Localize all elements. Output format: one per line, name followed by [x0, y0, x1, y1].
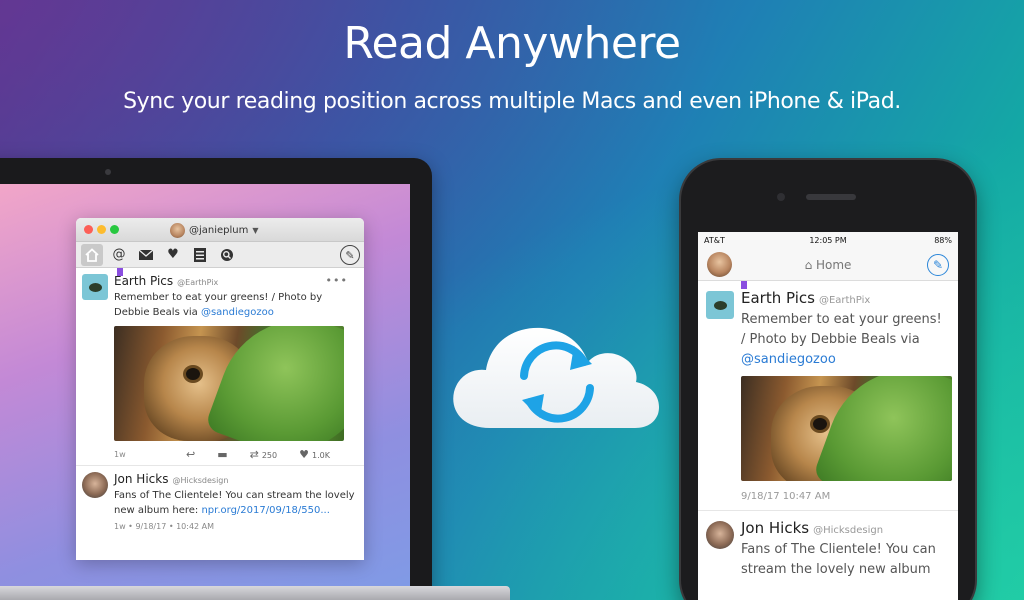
- chevron-down-icon: ▼: [252, 225, 259, 235]
- tweet-age: 1w: [114, 449, 126, 459]
- nav-title: ⌂ Home: [804, 258, 852, 272]
- compose-button[interactable]: ✎: [927, 254, 949, 276]
- tweet-author-handle[interactable]: @EarthPix: [819, 295, 870, 306]
- tweet-text: Fans of The Clientele! You can stream th…: [741, 542, 936, 577]
- tweet-author-handle[interactable]: @EarthPix: [177, 278, 218, 287]
- tab-home[interactable]: [81, 243, 103, 266]
- tweet-author-handle[interactable]: @Hicksdesign: [172, 476, 228, 485]
- tweet-photo[interactable]: [114, 326, 344, 441]
- tweet-jonhicks[interactable]: Jon Hicks @Hicksdesign Fans of The Clien…: [698, 511, 958, 588]
- reply-dm-icon[interactable]: ▬: [217, 448, 227, 461]
- tab-mentions[interactable]: @: [108, 244, 130, 266]
- cloud-icon: [453, 327, 660, 428]
- tweet-text: Remember to eat your greens! / Photo by …: [114, 292, 323, 318]
- tweet-link[interactable]: npr.org/2017/09/18/550...: [201, 505, 329, 516]
- tweet-link[interactable]: @sandiegozoo: [201, 307, 274, 318]
- tweet-earthpics[interactable]: Earth Pics @EarthPix ••• Remember to eat…: [76, 268, 364, 466]
- search-icon: [221, 248, 233, 261]
- window-titlebar: @janieplum ▼: [76, 218, 364, 242]
- tweet-meta: 9/18/17 10:47 AM: [741, 491, 831, 502]
- messages-icon: [138, 249, 154, 260]
- cub-eye: [186, 368, 200, 380]
- more-options-button[interactable]: •••: [326, 274, 348, 287]
- tweet-text: Remember to eat your greens! / Photo by …: [741, 312, 942, 367]
- account-name: @janieplum: [189, 224, 249, 236]
- battery-label: 88%: [934, 236, 952, 245]
- icloud-sync-graphic: [450, 318, 662, 430]
- tweet-text: Fans of The Clientele! You can stream th…: [114, 490, 355, 516]
- retweet-icon[interactable]: ⇄ 250: [250, 448, 278, 461]
- iphone-screen: AT&T 12:05 PM 88% ⌂ Home ✎ Earth Pics @E…: [698, 232, 958, 600]
- tweet-author-name[interactable]: Earth Pics: [114, 274, 173, 288]
- likes-icon: ♥: [167, 247, 179, 262]
- navigation-bar: ⌂ Home ✎: [698, 249, 958, 281]
- like-icon[interactable]: ♥ 1.0K: [299, 448, 330, 461]
- avatar[interactable]: [706, 521, 734, 549]
- status-bar: AT&T 12:05 PM 88%: [698, 232, 958, 249]
- hero-title: Read Anywhere: [343, 18, 681, 69]
- minimize-window-button[interactable]: [97, 225, 106, 234]
- tweet-author-handle[interactable]: @Hicksdesign: [813, 525, 883, 536]
- tab-search[interactable]: [216, 244, 238, 266]
- avatar[interactable]: [706, 291, 734, 319]
- hero-subtitle: Sync your reading position across multip…: [123, 89, 901, 114]
- clock-label: 12:05 PM: [809, 236, 847, 245]
- tab-messages[interactable]: [135, 244, 157, 266]
- tweet-link[interactable]: @sandiegozoo: [741, 352, 836, 367]
- account-switcher[interactable]: @janieplum ▼: [170, 222, 259, 238]
- laptop-camera: [105, 169, 111, 175]
- compose-icon: ✎: [932, 258, 944, 272]
- reading-position-marker: [117, 268, 123, 276]
- zoom-window-button[interactable]: [110, 225, 119, 234]
- tweet-photo[interactable]: [741, 376, 952, 481]
- laptop-base: [0, 586, 510, 600]
- reply-icon[interactable]: ↩: [186, 448, 195, 461]
- avatar[interactable]: [82, 472, 108, 498]
- retweet-count: 250: [261, 450, 278, 460]
- tweet-author-name[interactable]: Jon Hicks: [114, 472, 168, 486]
- lists-icon: [194, 247, 206, 262]
- compose-icon: ✎: [345, 248, 355, 262]
- tweet-meta: 1w • 9/18/17 • 10:42 AM: [114, 522, 215, 531]
- mentions-icon: @: [112, 247, 126, 262]
- phone-camera: [777, 193, 785, 201]
- like-count: 1.0K: [312, 450, 330, 460]
- mac-toolbar: @ ♥ ✎: [76, 242, 364, 268]
- phone-speaker: [806, 194, 856, 200]
- mac-app-window: @janieplum ▼ @ ♥ ✎ Earth Pics @EarthPix …: [76, 218, 364, 560]
- avatar[interactable]: [82, 274, 108, 300]
- reading-position-marker: [741, 281, 747, 289]
- cub-eye: [813, 418, 827, 430]
- tweet-jonhicks[interactable]: Jon Hicks @Hicksdesign Fans of The Clien…: [76, 466, 364, 535]
- compose-button[interactable]: ✎: [340, 245, 360, 265]
- tweet-earthpics[interactable]: Earth Pics @EarthPix Remember to eat you…: [698, 281, 958, 511]
- avatar: [170, 222, 185, 238]
- tweet-actions: 1w ↩ ▬ ⇄ 250 ♥ 1.0K: [114, 447, 356, 461]
- tweet-author-name[interactable]: Earth Pics: [741, 289, 815, 307]
- home-icon: [85, 247, 99, 262]
- tab-likes[interactable]: ♥: [162, 244, 184, 266]
- close-window-button[interactable]: [84, 225, 93, 234]
- tab-lists[interactable]: [189, 244, 211, 266]
- tweet-author-name[interactable]: Jon Hicks: [741, 519, 809, 537]
